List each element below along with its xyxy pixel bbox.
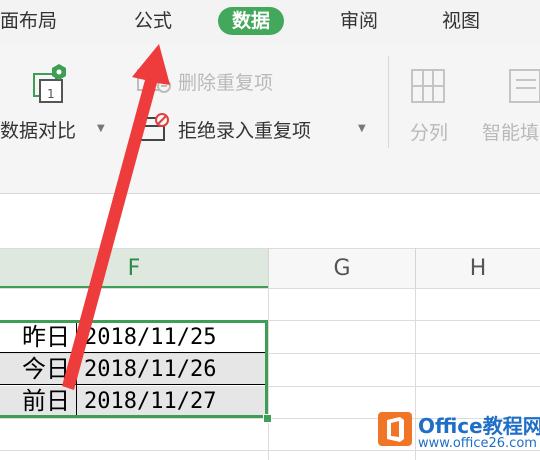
compare-button[interactable]: 数据对比: [0, 116, 76, 143]
svg-text:1: 1: [47, 87, 55, 101]
column-header-f[interactable]: F: [0, 249, 268, 289]
column-divider: [268, 248, 269, 288]
tab-data[interactable]: 数据: [218, 7, 285, 35]
split-column-button[interactable]: 分列: [410, 118, 448, 145]
column-header-g[interactable]: G: [269, 249, 415, 289]
column-header-row: F G H: [0, 248, 540, 289]
watermark-logo: Office教程网 www.office26.com: [376, 410, 540, 460]
tab-formulas[interactable]: 公式: [134, 7, 172, 35]
chevron-down-icon[interactable]: ▼: [358, 123, 366, 134]
watermark-title: Office教程网: [418, 414, 540, 438]
split-column-icon: [411, 69, 445, 103]
remove-duplicates-icon: [137, 69, 171, 93]
formula-area: [0, 194, 540, 246]
fill-handle[interactable]: [263, 414, 272, 423]
column-divider: [415, 248, 416, 288]
ribbon-panel: 1 数据对比 ▼ 删除重复项 拒绝录入重复项 ▼ 分列 智能填: [0, 44, 540, 194]
compare-icon[interactable]: 1: [26, 64, 74, 108]
column-header-h[interactable]: H: [416, 249, 540, 289]
reject-duplicates-icon[interactable]: [136, 112, 172, 144]
remove-duplicates-button[interactable]: 删除重复项: [178, 68, 273, 95]
grid-line: [0, 288, 540, 289]
smart-fill-icon: [509, 69, 540, 103]
ribbon-tab-bar: 面布局 公式 数据 审阅 视图: [0, 0, 540, 44]
tab-view[interactable]: 视图: [442, 7, 480, 35]
grid-line: [268, 288, 269, 460]
ribbon-divider: [388, 56, 389, 148]
watermark-url: www.office26.com: [418, 436, 537, 451]
tab-review[interactable]: 审阅: [340, 7, 378, 35]
smart-fill-button[interactable]: 智能填: [482, 118, 539, 145]
chevron-down-icon[interactable]: ▼: [97, 123, 105, 134]
selection-range[interactable]: [0, 320, 268, 418]
tab-page-layout[interactable]: 面布局: [0, 7, 57, 35]
office-logo-icon: [378, 412, 412, 446]
reject-duplicates-button[interactable]: 拒绝录入重复项: [178, 116, 311, 143]
